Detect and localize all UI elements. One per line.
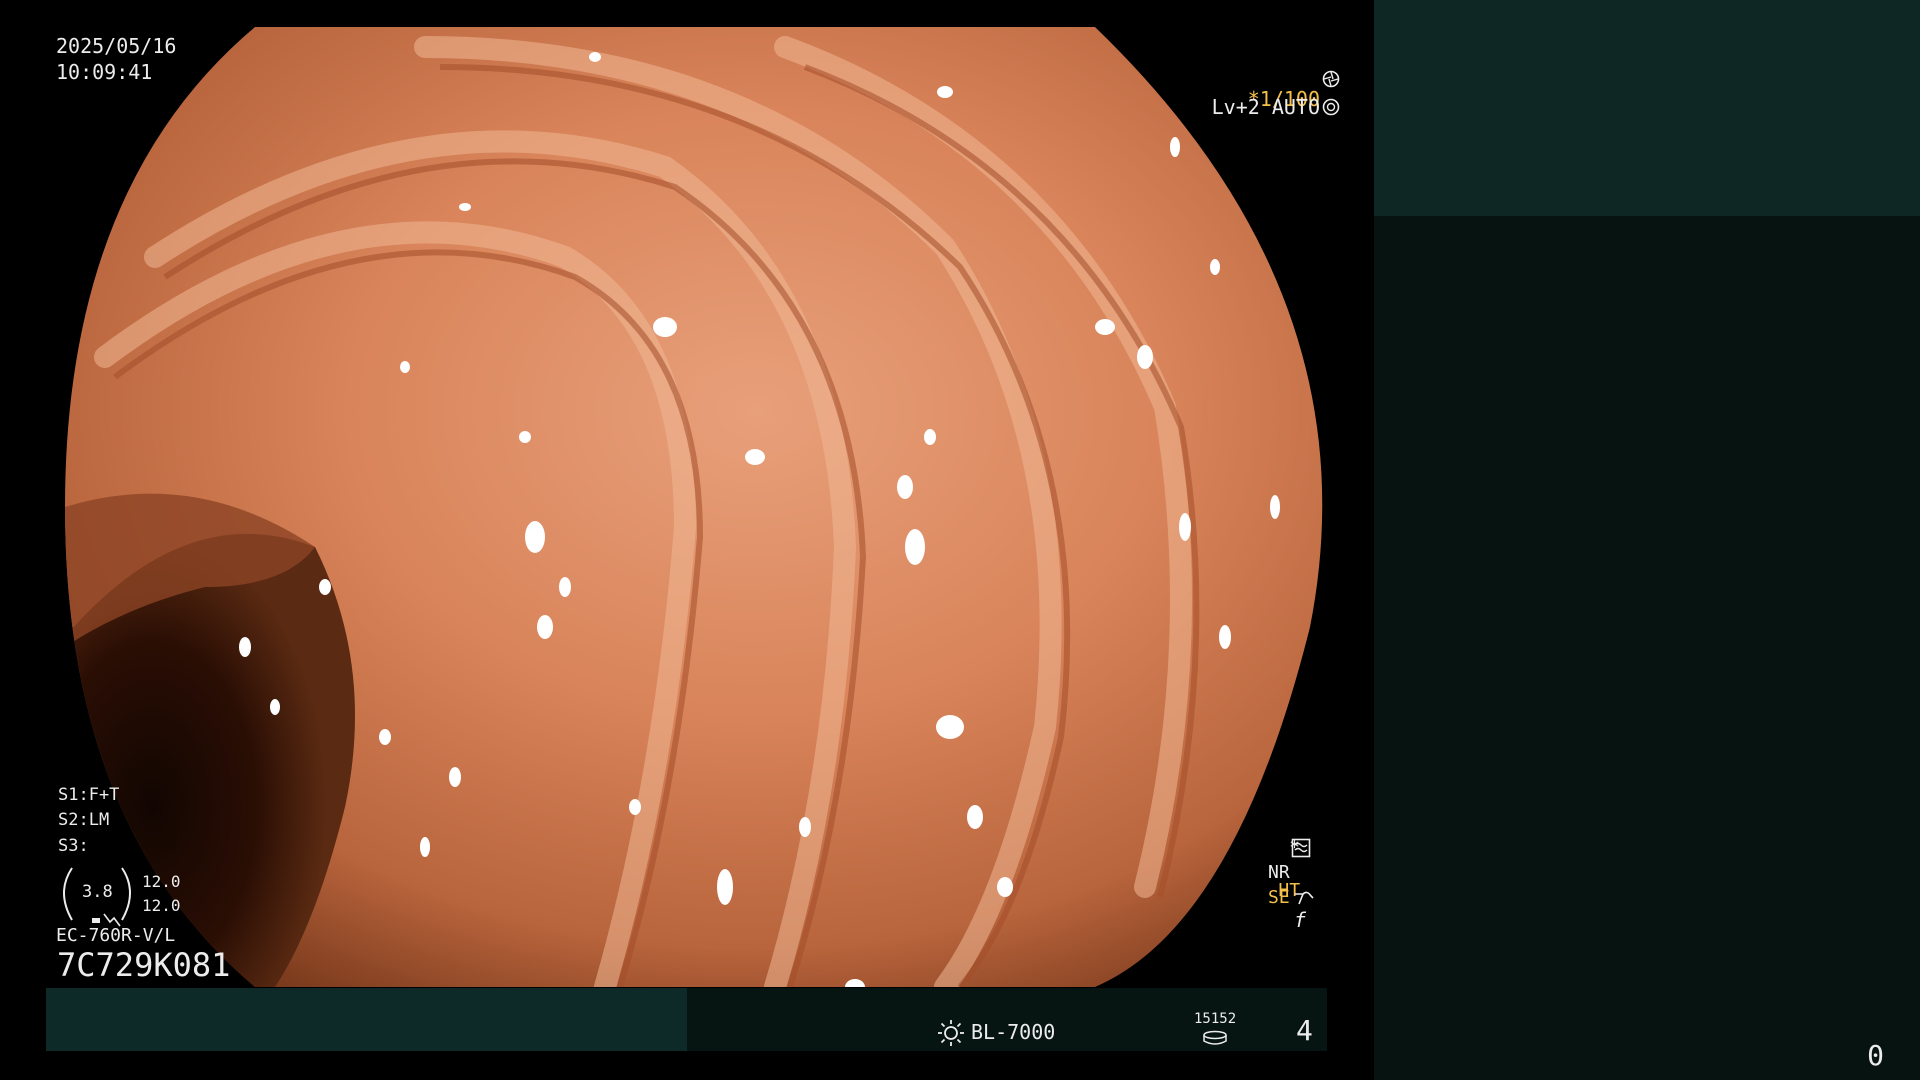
scope-model: EC-760R-V/L — [56, 925, 176, 946]
enhance-icon — [1291, 838, 1311, 858]
image-count: 4 — [1296, 1014, 1313, 1047]
zoom-max-bottom: 12.0 — [142, 896, 181, 915]
endoscopy-monitor: 2025/05/16 10:09:41 *1/100 Lv+2 AUTO S1:… — [0, 0, 1920, 1080]
setting-s1: S1:F+T — [58, 785, 120, 805]
lamp-counter-icon — [1203, 1030, 1227, 1045]
setting-s3: S3: — [58, 836, 89, 856]
bottom-bar-left — [46, 988, 687, 1051]
level-readout: Lv+2 AUTO — [1211, 95, 1320, 119]
date-readout: 2025/05/16 — [56, 34, 177, 58]
zoom-value: 3.8 — [82, 882, 113, 902]
time-readout: 10:09:41 — [56, 60, 153, 84]
side-panel-count: 0 — [1867, 1039, 1884, 1072]
setting-s2: S2:LM — [58, 810, 110, 830]
iris-icon — [1322, 70, 1340, 88]
nr-indicator: NR — [1268, 862, 1290, 883]
usage-counter: 15152 — [1194, 1011, 1237, 1027]
zoom-gauge: 3.8 12.0 12.0 — [56, 862, 196, 930]
endoscopic-image — [45, 27, 1335, 987]
f-indicator: f — [1294, 908, 1307, 932]
structure-enhance-icon — [1295, 891, 1314, 905]
side-panel-bottom — [1374, 216, 1920, 1080]
scope-serial: 7C729K081 — [57, 946, 231, 984]
light-source-icon — [938, 1020, 964, 1046]
se-indicator: SE — [1268, 887, 1290, 908]
zoom-max-top: 12.0 — [142, 872, 181, 891]
auto-iris-icon — [1322, 98, 1340, 116]
light-source-label: BL-7000 — [971, 1020, 1056, 1044]
side-panel-top — [1374, 0, 1920, 216]
